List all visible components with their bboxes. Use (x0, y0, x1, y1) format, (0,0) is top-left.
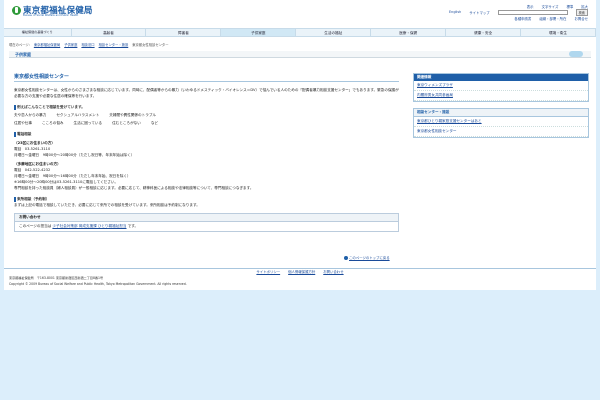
footer-address: 〒163-8001 東京都新宿区西新宿二丁目8番1号 (36, 276, 104, 280)
contact-link[interactable]: お問合せ (574, 16, 588, 21)
main-content: 東京都女性相談センター 東京都女性相談センターは、女性からのさまざまな相談に応じ… (14, 73, 399, 232)
kind-item: こころの悩み (41, 121, 64, 125)
inquiry-box: お問い合わせ このページの担当は 少子社会対策部 育成支援課 ひとり親福祉担当 … (14, 213, 399, 232)
english-link[interactable]: English (449, 10, 461, 14)
breadcrumb: 現在のページ: 東京都福祉保健局 子供家庭 相談窓口 相談センター・施設 東京都… (9, 42, 169, 47)
facility-link-current[interactable]: 東京都女性相談センター (414, 127, 588, 137)
breadcrumb-facilities[interactable]: 相談センター・施設 (99, 42, 129, 47)
breadcrumb-children[interactable]: 子供家庭 (64, 42, 77, 47)
logo-subtitle: Bureau of Social Welfare and Public Heal… (23, 14, 79, 17)
breadcrumb-label: 現在のページ: (9, 43, 30, 47)
site-header: 東京都福祉保健局 Bureau of Social Welfare and Pu… (4, 0, 596, 27)
inquiry-prefix: このページの担当は (19, 224, 52, 228)
font-size-label: 文字サイズ (541, 4, 559, 9)
nav-item-medical[interactable]: 医療・保健 (371, 29, 447, 36)
phone-heading: 電話相談 (14, 132, 399, 137)
font-standard-link[interactable]: 標準 (566, 4, 573, 9)
footer-privacy-link[interactable]: 個人情報保護方針 (288, 269, 315, 275)
organization-link[interactable]: 組織・部署・所在 (539, 16, 566, 21)
back-to-top-label: このページのトップに戻る (349, 256, 390, 260)
kind-item: 住むところがない (112, 121, 141, 125)
nav-item-disabled[interactable]: 障害者 (146, 29, 222, 36)
kind-item: セクシュアルハラスメント (56, 113, 100, 117)
display-label: 表示 (526, 4, 534, 9)
global-nav: 福祉保健の基盤づくり 高齢者 障害者 子供家庭 生活の福祉 医療・保健 健康・安… (4, 28, 596, 37)
nav-item-environment[interactable]: 環境・衛生 (521, 29, 596, 36)
center1-hours: 月曜日～金曜日 9時00分～20時00分（ただし祝日等、年末年始は除く） (14, 153, 135, 157)
inquiry-body: このページの担当は 少子社会対策部 育成支援課 ひとり親福祉担当 です。 (15, 222, 398, 231)
visit-text: まずは上記の電話で相談していただき、必要に応じて来所での相談を受けています。来所… (14, 203, 200, 207)
page-title: 東京都女性相談センター (14, 73, 399, 82)
facility-heading: 相談センター・施設 (414, 109, 588, 117)
section-header: 子供家庭 (9, 51, 591, 58)
footer-site-policy-link[interactable]: サイトポリシー (256, 269, 280, 275)
site-footer: 東京都福祉保健局 〒163-8001 東京都新宿区西新宿二丁目8番1号 Copy… (9, 276, 187, 287)
inquiry-department-link[interactable]: 少子社会対策部 育成支援課 ひとり親福祉担当 (52, 224, 126, 228)
search-button[interactable]: 検索 (575, 8, 588, 16)
related-link-gender-bureau[interactable]: 内閣府男女共同参画局 (414, 91, 588, 101)
kind-item: 生活に困っている (73, 121, 103, 125)
nav-item-elderly[interactable]: 高齢者 (72, 29, 147, 36)
related-link-womens-plaza[interactable]: 東京ウィメンズプラザ (414, 81, 588, 91)
page: 東京都福祉保健局 Bureau of Social Welfare and Pu… (4, 0, 596, 290)
breadcrumb-current: 東京都女性相談センター (132, 43, 169, 47)
search-input[interactable] (497, 9, 568, 15)
facility-box: 相談センター・施設 東京都ひとり親家庭支援センターはあと 東京都女性相談センター (413, 108, 589, 138)
kind-item: 住居や仕事 (14, 121, 32, 125)
footer-copyright: Copyright © 2009 Bureau of Social Welfar… (9, 281, 187, 286)
inquiry-heading: お問い合わせ (15, 214, 398, 222)
nav-item-welfare[interactable]: 生活の福祉 (296, 29, 372, 36)
arrow-up-icon (344, 256, 348, 260)
kinds-row-1: 夫や恋人からの暴力 セクシュアルハラスメント 夫婦間や異性関係のトラブル (14, 112, 399, 118)
related-info-box: 関連情報 東京ウィメンズプラザ 内閣府男女共同参画局 (413, 73, 589, 102)
back-to-top-link[interactable]: このページのトップに戻る (344, 255, 390, 260)
utility-area: 表示 文字サイズ 標準 拡大 English サイトマップ 検索 各種申請書 組… (438, 3, 588, 21)
nav-item-health[interactable]: 健康・安全 (446, 29, 522, 36)
nav-item-foundation[interactable]: 福祉保健の基盤づくり (4, 29, 72, 36)
kinds-row-2: 住居や仕事 こころの悩み 生活に困っている 住むところがない など (14, 120, 399, 126)
expert-note: 専門相談を持った相談員（婦人相談員）が一般相談に応じます。必要に応じて、精神科医… (14, 186, 254, 190)
kind-item: 夫婦間や異性関係のトラブル (109, 113, 157, 117)
section-title: 子供家庭 (15, 52, 31, 57)
sitemap-link[interactable]: サイトマップ (469, 10, 489, 15)
sidebar: 関連情報 東京ウィメンズプラザ 内閣府男女共同参画局 相談センター・施設 東京都… (413, 73, 589, 144)
kind-item: など (150, 121, 159, 125)
mascot-image (569, 51, 583, 57)
footer-contact-link[interactable]: お問い合わせ (323, 269, 343, 275)
logo-leaf-icon (12, 5, 21, 15)
kinds-heading: 例えばこんなことで相談を受けています。 (14, 105, 399, 110)
forms-link[interactable]: 各種申請書 (514, 16, 531, 21)
breadcrumb-home[interactable]: 東京都福祉保健局 (34, 42, 60, 47)
footer-nav: サイトポリシー 個人情報保護方針 お問い合わせ (4, 268, 596, 275)
facility-link-single-parent[interactable]: 東京都ひとり親家庭支援センターはあと (414, 117, 588, 127)
intro-text: 東京都女性相談センターは、女性からのさまざまな相談に応じています。同時に、配偶者… (14, 88, 399, 98)
related-heading: 関連情報 (414, 74, 588, 81)
nav-item-children[interactable]: 子供家庭 (221, 29, 297, 36)
inquiry-suffix: です。 (127, 224, 139, 228)
breadcrumb-consult[interactable]: 相談窓口 (81, 42, 94, 47)
kind-item: 夫や恋人からの暴力 (14, 113, 47, 117)
footer-org: 東京都福祉保健局 (9, 276, 34, 280)
